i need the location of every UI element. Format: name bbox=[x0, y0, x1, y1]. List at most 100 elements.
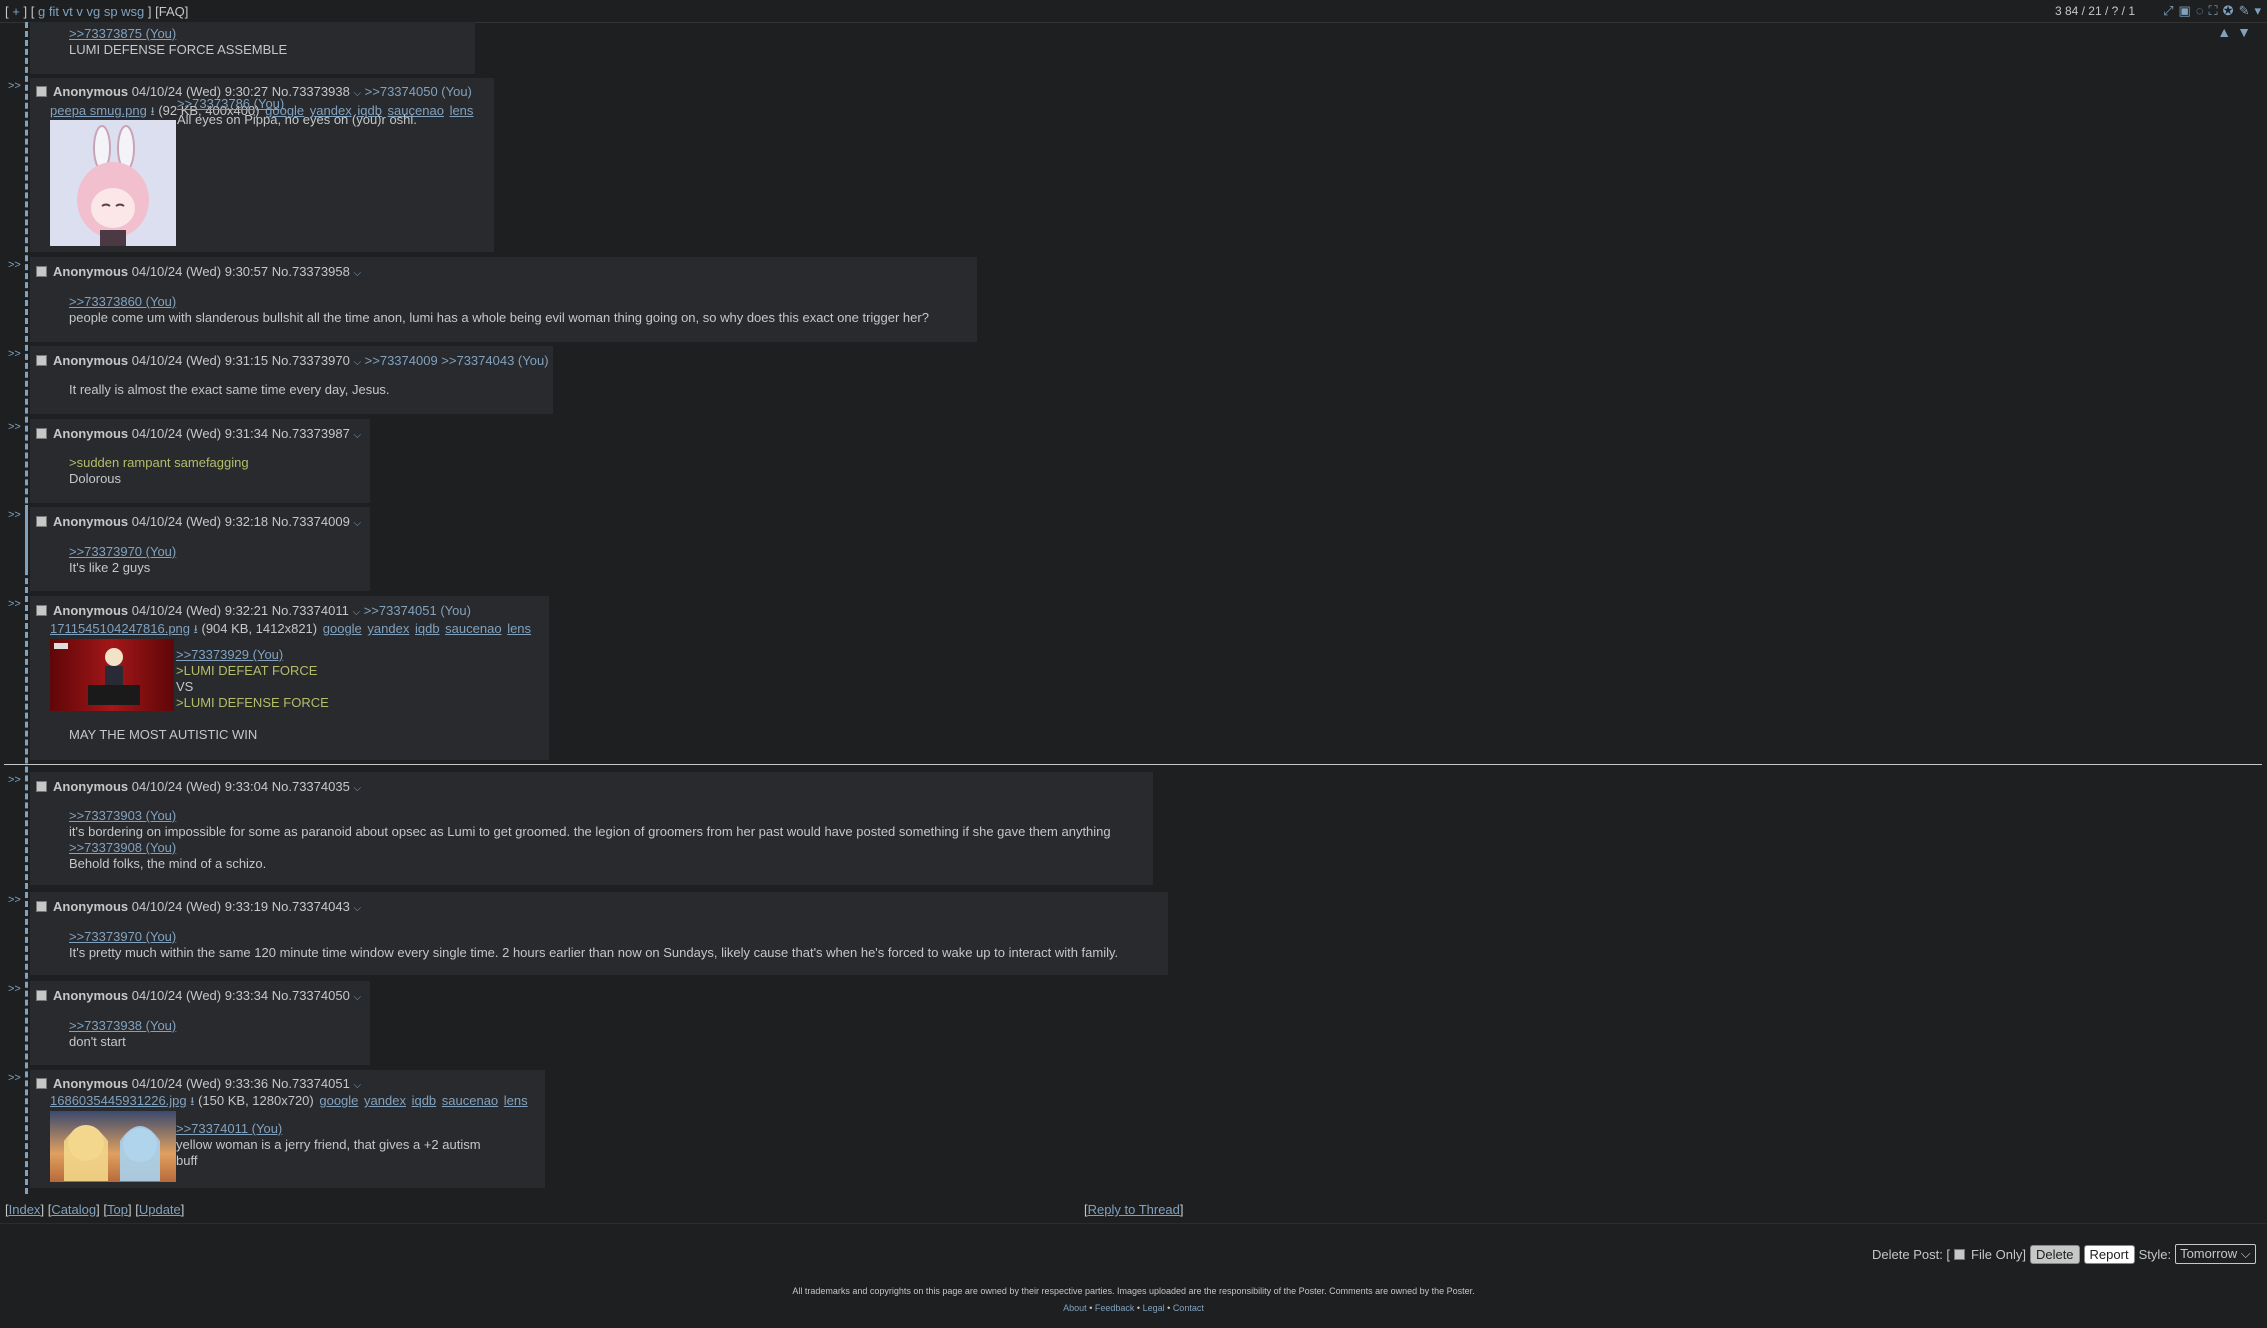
post-checkbox[interactable] bbox=[36, 428, 47, 439]
post-menu-icon[interactable]: ⌵ bbox=[353, 518, 361, 529]
index-link[interactable]: Index bbox=[9, 1202, 41, 1217]
thread-stats: 3 84 / 21 / ? / 1 bbox=[2054, 4, 2135, 18]
post-text: it's bordering on impossible for some as… bbox=[69, 824, 1111, 839]
search-yandex-link[interactable]: yandex bbox=[367, 621, 409, 636]
about-link[interactable]: About bbox=[1063, 1303, 1087, 1313]
board-link-sp[interactable]: sp bbox=[104, 4, 118, 19]
quote-link[interactable]: >>73373929 (You) bbox=[176, 647, 283, 663]
update-link[interactable]: Update bbox=[139, 1202, 181, 1217]
post-checkbox[interactable] bbox=[36, 86, 47, 97]
post-menu-icon[interactable]: ⌵ bbox=[352, 607, 360, 618]
download-icon[interactable]: ⭳ bbox=[150, 104, 154, 118]
post-checkbox[interactable] bbox=[36, 516, 47, 527]
post-number[interactable]: No.73374051 bbox=[272, 1076, 350, 1091]
post-number[interactable]: No.73374035 bbox=[272, 779, 350, 794]
quote-link[interactable]: >>73373938 (You) bbox=[69, 1018, 176, 1034]
header-bar: [ + ] [ g fit vt v vg sp wsg ] [FAQ] 3 8… bbox=[0, 0, 2267, 23]
search-google-link[interactable]: google bbox=[323, 621, 362, 636]
top-link[interactable]: Top bbox=[107, 1202, 128, 1217]
quote-link[interactable]: >>73373903 (You) bbox=[69, 808, 176, 824]
post-checkbox[interactable] bbox=[36, 781, 47, 792]
search-iqdb-link[interactable]: iqdb bbox=[415, 621, 440, 636]
post-number[interactable]: No.73374043 bbox=[272, 899, 350, 914]
post-menu-icon[interactable]: ⌵ bbox=[353, 992, 361, 1003]
file-name-link[interactable]: 1711545104247816.png bbox=[50, 621, 190, 636]
quote-link[interactable]: >>73373908 (You) bbox=[69, 840, 176, 856]
contact-link[interactable]: Contact bbox=[1173, 1303, 1204, 1313]
file-name-link[interactable]: 1686035445931226.jpg bbox=[50, 1093, 187, 1108]
board-link-vg[interactable]: vg bbox=[86, 4, 100, 19]
search-lens-link[interactable]: lens bbox=[504, 1093, 528, 1108]
faq-link[interactable]: [FAQ] bbox=[155, 4, 188, 19]
post-number[interactable]: No.73374050 bbox=[272, 988, 350, 1003]
reply-to-thread-link[interactable]: Reply to Thread bbox=[1088, 1202, 1180, 1217]
backlinks[interactable]: >>73374050 (You) bbox=[365, 84, 472, 99]
style-select[interactable]: Tomorrow ⌵ bbox=[2175, 1244, 2256, 1264]
chevron-down-icon[interactable]: ▾ bbox=[2254, 3, 2261, 19]
post-number[interactable]: No.73373970 bbox=[272, 353, 350, 368]
file-name-link[interactable]: peepa smug.png bbox=[50, 103, 147, 118]
feedback-link[interactable]: Feedback bbox=[1095, 1303, 1135, 1313]
board-link-v[interactable]: v bbox=[76, 4, 83, 19]
board-link-wsg[interactable]: wsg bbox=[121, 4, 144, 19]
thumbnail-image[interactable] bbox=[50, 120, 176, 246]
quote-link[interactable]: >>73373875 (You) bbox=[69, 26, 176, 42]
search-lens-link[interactable]: lens bbox=[507, 621, 531, 636]
post-menu-icon[interactable]: ⌵ bbox=[353, 430, 361, 441]
post-checkbox[interactable] bbox=[36, 901, 47, 912]
wrench-icon[interactable]: ✎ bbox=[2239, 3, 2250, 19]
backlinks[interactable]: >>73374051 (You) bbox=[364, 603, 471, 618]
quote-link[interactable]: >>73373786 (You) bbox=[177, 96, 284, 112]
post-number[interactable]: No.73374009 bbox=[272, 514, 350, 529]
thumbnail-image[interactable] bbox=[50, 1111, 176, 1182]
settings-icon[interactable]: ✪ bbox=[2223, 3, 2234, 19]
fullscreen-icon[interactable]: ⛶ bbox=[2209, 3, 2218, 19]
download-icon[interactable]: ⭳ bbox=[190, 1094, 194, 1108]
post-number[interactable]: No.73373987 bbox=[272, 426, 350, 441]
report-button[interactable]: Report bbox=[2083, 1244, 2135, 1264]
file-only-checkbox[interactable] bbox=[1954, 1248, 1966, 1260]
thumbnail-image[interactable] bbox=[50, 639, 174, 711]
post-checkbox[interactable] bbox=[36, 355, 47, 366]
quote-link[interactable]: >>73374011 (You) bbox=[176, 1121, 282, 1137]
quote-link[interactable]: >>73373860 (You) bbox=[69, 294, 176, 310]
search-saucenao-link[interactable]: saucenao bbox=[442, 1093, 498, 1108]
search-yandex-link[interactable]: yandex bbox=[364, 1093, 406, 1108]
legal-link[interactable]: Legal bbox=[1143, 1303, 1165, 1313]
post-number[interactable]: No.73374011 bbox=[272, 603, 349, 618]
delete-button[interactable]: Delete bbox=[2029, 1244, 2080, 1264]
board-link-vt[interactable]: vt bbox=[63, 4, 73, 19]
search-google-link[interactable]: google bbox=[319, 1093, 358, 1108]
image-icon[interactable]: ▣ bbox=[2179, 3, 2191, 19]
post-menu-icon[interactable]: ⌵ bbox=[353, 903, 361, 914]
post-menu-icon[interactable]: ⌵ bbox=[353, 1080, 361, 1091]
post-menu-icon[interactable]: ⌵ bbox=[353, 268, 361, 279]
backlinks[interactable]: >>73374009 >>73374043 (You) bbox=[365, 353, 549, 368]
post-menu-icon[interactable]: ⌵ bbox=[353, 783, 361, 794]
post-menu-icon[interactable]: ⌵ bbox=[353, 357, 361, 368]
post-date: 04/10/24 (Wed) 9:33:04 bbox=[131, 779, 269, 794]
catalog-link[interactable]: Catalog bbox=[51, 1202, 96, 1217]
search-iqdb-link[interactable]: iqdb bbox=[412, 1093, 437, 1108]
post-checkbox[interactable] bbox=[36, 605, 47, 616]
search-lens-link[interactable]: lens bbox=[450, 103, 474, 118]
scroll-down-icon[interactable]: ▼ bbox=[2237, 24, 2257, 40]
download-icon[interactable]: ⭳ bbox=[194, 622, 198, 636]
board-link-g[interactable]: g bbox=[38, 4, 45, 19]
post-number[interactable]: No.73373958 bbox=[272, 264, 350, 279]
speech-bubble-icon[interactable]: ◌ bbox=[2196, 3, 2204, 19]
post-checkbox[interactable] bbox=[36, 1078, 47, 1089]
scroll-up-icon[interactable]: ▲ bbox=[2217, 24, 2237, 40]
side-arrow: >> bbox=[8, 774, 21, 786]
search-saucenao-link[interactable]: saucenao bbox=[445, 621, 501, 636]
expand-icon[interactable]: ⤢ bbox=[2163, 3, 2173, 19]
post-date: 04/10/24 (Wed) 9:31:15 bbox=[131, 353, 269, 368]
post-menu-icon[interactable]: ⌵ bbox=[353, 88, 361, 99]
poster-name: Anonymous bbox=[53, 84, 129, 99]
quote-link[interactable]: >>73373970 (You) bbox=[69, 544, 176, 560]
post-checkbox[interactable] bbox=[36, 266, 47, 277]
board-link-fit[interactable]: fit bbox=[49, 4, 59, 19]
quote-link[interactable]: >>73373970 (You) bbox=[69, 929, 176, 945]
add-board-link[interactable]: + bbox=[12, 4, 20, 19]
post-checkbox[interactable] bbox=[36, 990, 47, 1001]
